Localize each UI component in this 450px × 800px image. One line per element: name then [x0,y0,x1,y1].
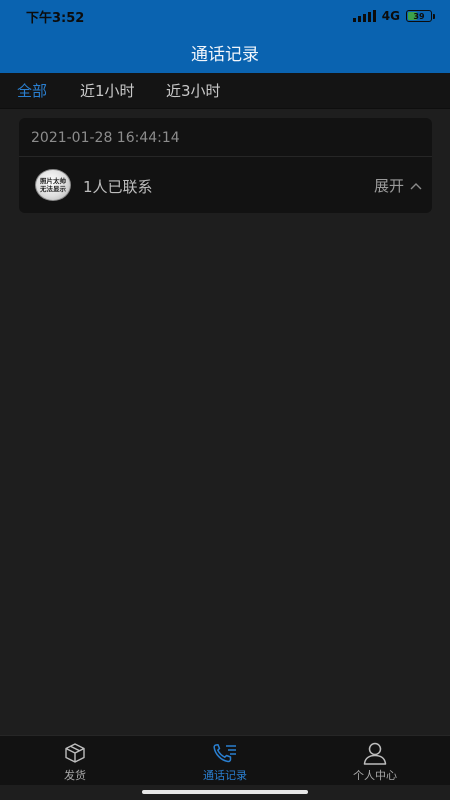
contacted-count: 1人已联系 [83,178,153,196]
battery-level: 39 [413,11,425,21]
call-record-card[interactable]: 2021-01-28 16:44:14 照片太帅 无法显示 1人已联系 展开 [19,118,432,213]
filter-tabs: 全部 近1小时 近3小时 [0,73,450,109]
home-indicator[interactable] [142,790,308,794]
app-screen: 下午3:52 4G 39 通话记录 全部 近1小时 近3小时 2021-01-2… [0,0,450,800]
chevron-up-icon [410,182,422,189]
status-time: 下午3:52 [26,10,85,26]
phone-call-log-icon [212,741,238,765]
tab-last-3-hours[interactable]: 近3小时 [166,80,221,101]
battery-icon: 39 [406,10,435,22]
page-header: 通话记录 [0,32,450,73]
avatar: 照片太帅 无法显示 [35,169,71,201]
nav-call-log[interactable]: 通话记录 [150,736,300,786]
avatar-text-line-2: 无法显示 [40,185,66,193]
nav-ship[interactable]: 发货 [0,736,150,786]
package-icon [63,741,87,765]
expand-button[interactable]: 展开 [374,175,422,196]
signal-icon [352,10,376,22]
tab-all[interactable]: 全部 [17,80,47,101]
status-indicators: 4G 39 [352,9,435,23]
nav-ship-label: 发货 [64,769,86,782]
record-summary-row: 照片太帅 无法显示 1人已联系 展开 [19,157,432,213]
tab-last-1-hour[interactable]: 近1小时 [80,80,135,101]
network-type: 4G [381,9,400,23]
nav-profile[interactable]: 个人中心 [300,736,450,786]
nav-call-log-label: 通话记录 [203,769,247,782]
bottom-navigation: 发货 通话记录 个人中心 [0,735,450,785]
nav-profile-label: 个人中心 [353,769,397,782]
page-title: 通话记录 [191,45,259,65]
user-icon [362,741,388,765]
record-timestamp: 2021-01-28 16:44:14 [31,130,180,146]
status-bar: 下午3:52 4G 39 [0,0,450,32]
avatar-text-line-1: 照片太帅 [40,177,66,185]
expand-label: 展开 [373,177,404,195]
